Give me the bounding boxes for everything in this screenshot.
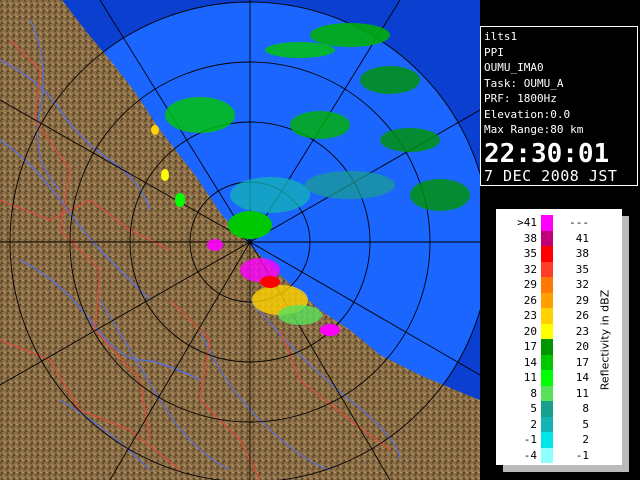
legend-swatch bbox=[541, 339, 553, 355]
legend-swatch bbox=[541, 401, 553, 417]
legend-high-label: 17 bbox=[575, 355, 589, 369]
legend-title: Reflectivity in dBZ bbox=[598, 289, 612, 391]
radar-info-panel: ilts1 PPI OUMU_IMA0 Task: OUMU_A PRF: 18… bbox=[480, 26, 638, 186]
legend-high-label: -1 bbox=[575, 448, 589, 462]
legend-high-label: 35 bbox=[575, 262, 589, 276]
radar-name: ilts1 bbox=[484, 30, 518, 43]
legend-low-label: 26 bbox=[523, 293, 537, 307]
legend-high-label: 32 bbox=[575, 278, 589, 291]
legend-high-label: 8 bbox=[582, 402, 589, 415]
scan-time: 22:30:01 bbox=[484, 138, 610, 169]
legend-units: Reflectivity in dBZ bbox=[597, 230, 613, 450]
scan-date: 7 DEC 2008 JST bbox=[484, 166, 618, 185]
legend-swatch bbox=[541, 277, 553, 293]
legend-high-label: 23 bbox=[575, 324, 589, 338]
legend-swatch bbox=[541, 261, 553, 277]
legend-low-label: 14 bbox=[523, 355, 537, 369]
legend-low-label: 35 bbox=[523, 247, 537, 260]
legend-low-label: 8 bbox=[530, 386, 537, 400]
legend-low-label: 5 bbox=[530, 402, 537, 415]
site-name: OUMU_IMA0 bbox=[484, 61, 544, 74]
legend-swatch bbox=[541, 385, 553, 401]
legend-swatch bbox=[541, 215, 553, 231]
legend-high-label: 20 bbox=[575, 340, 589, 353]
legend-swatch bbox=[541, 246, 553, 262]
legend-high-label: --- bbox=[569, 216, 589, 229]
elevation-value: Elevation:0.0 bbox=[484, 107, 571, 121]
product-type: PPI bbox=[484, 45, 504, 59]
legend-swatch bbox=[541, 432, 553, 448]
legend-low-label: >41 bbox=[517, 216, 537, 229]
legend-high-label: 41 bbox=[575, 231, 589, 245]
radar-ppi-display bbox=[0, 0, 480, 480]
legend-high-label: 11 bbox=[575, 386, 589, 400]
legend-low-label: 17 bbox=[523, 340, 537, 353]
legend-high-label: 38 bbox=[575, 247, 589, 260]
legend-low-label: -1 bbox=[523, 433, 537, 446]
legend-high-label: 14 bbox=[575, 371, 589, 384]
legend-low-label: -4 bbox=[523, 448, 537, 462]
legend-swatch bbox=[541, 447, 553, 463]
legend-high-label: 29 bbox=[575, 293, 589, 307]
legend-swatch bbox=[541, 308, 553, 324]
max-range-value: Max Range:80 km bbox=[484, 123, 584, 136]
reflectivity-legend: >41 --- 38 41 35 38 32 35 29 32 26 29 23 26 20 23 17 20 14… bbox=[496, 209, 622, 465]
legend-swatch bbox=[541, 292, 553, 308]
radar-map[interactable] bbox=[0, 0, 480, 480]
legend-high-label: 26 bbox=[575, 309, 589, 322]
legend-swatch bbox=[541, 416, 553, 432]
legend-low-label: 20 bbox=[523, 324, 537, 338]
legend-low-label: 23 bbox=[523, 309, 537, 322]
legend-low-label: 2 bbox=[530, 417, 537, 431]
legend-swatch bbox=[541, 323, 553, 339]
legend-low-label: 32 bbox=[523, 262, 537, 276]
task-name: Task: OUMU_A bbox=[484, 76, 564, 90]
legend-swatch bbox=[541, 370, 553, 386]
prf-value: PRF: 1800Hz bbox=[484, 92, 557, 105]
legend-high-label: 2 bbox=[582, 433, 589, 446]
legend-low-label: 29 bbox=[523, 278, 537, 291]
legend-swatch bbox=[541, 354, 553, 370]
legend-swatch bbox=[541, 230, 553, 246]
legend-high-label: 5 bbox=[582, 417, 589, 431]
legend-low-label: 11 bbox=[523, 371, 537, 384]
legend-low-label: 38 bbox=[523, 231, 537, 245]
